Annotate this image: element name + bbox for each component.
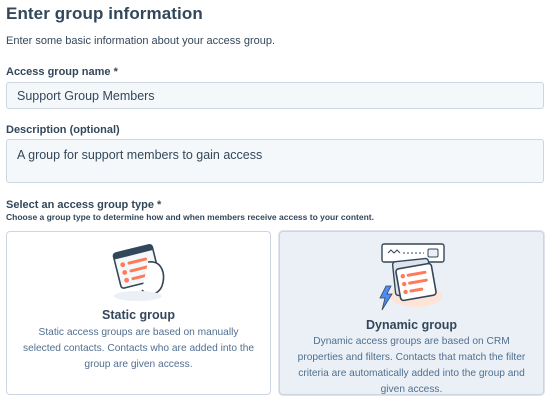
static-group-title: Static group <box>102 308 175 322</box>
static-group-card[interactable]: Static group Static access groups are ba… <box>6 231 271 395</box>
access-group-name-label: Access group name * <box>6 66 118 78</box>
static-group-illustration-icon <box>102 240 176 309</box>
description-label: Description (optional) <box>6 124 120 136</box>
page-subtitle: Enter some basic information about your … <box>6 35 276 47</box>
static-group-description: Static access groups are based on manual… <box>22 327 255 370</box>
dynamic-group-card[interactable]: Dynamic group Dynamic access groups are … <box>279 231 544 395</box>
group-type-label: Select an access group type * <box>6 199 162 211</box>
dynamic-group-illustration-icon <box>372 240 452 319</box>
dynamic-group-description: Dynamic access groups are based on CRM p… <box>297 336 526 395</box>
dynamic-group-title: Dynamic group <box>366 318 457 332</box>
description-textarea[interactable]: A group for support members to gain acce… <box>6 139 544 183</box>
access-group-name-input[interactable] <box>6 82 544 109</box>
page-title: Enter group information <box>6 4 203 23</box>
group-type-hint: Choose a group type to determine how and… <box>6 212 374 222</box>
